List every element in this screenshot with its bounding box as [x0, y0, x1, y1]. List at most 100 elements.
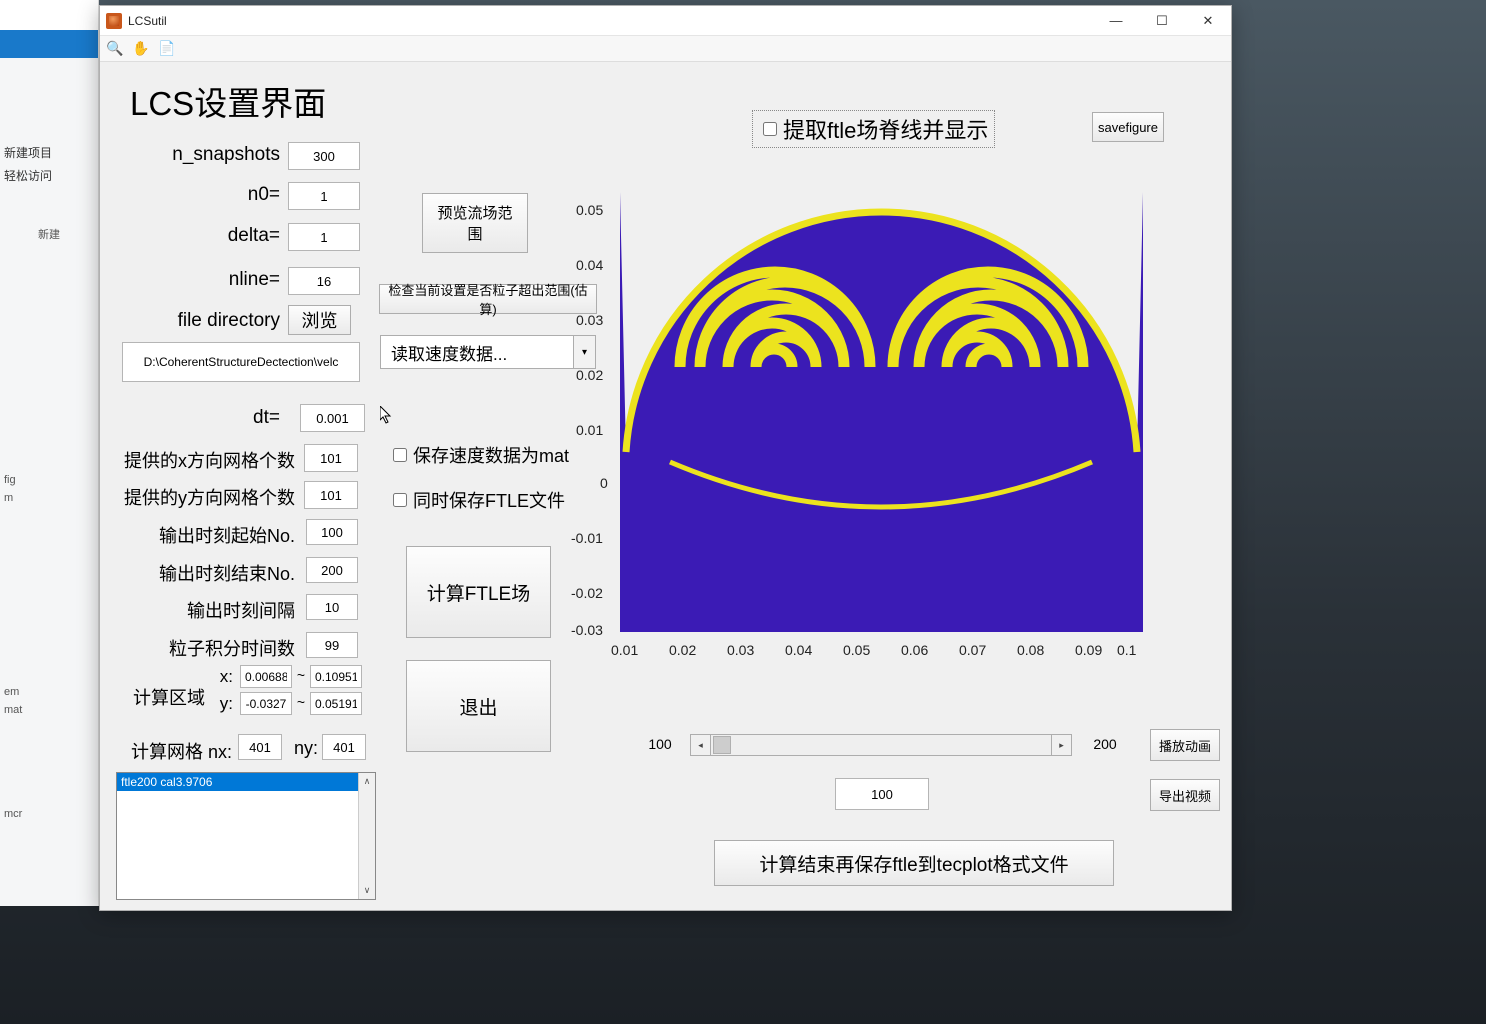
- checkbox-ridge-label: 提取ftle场脊线并显示: [783, 113, 988, 145]
- bgapp-frag-em: em: [4, 686, 94, 698]
- checkbox-save-ftle-input[interactable]: [393, 493, 407, 507]
- preview-button[interactable]: 预览流场范围: [422, 193, 528, 253]
- input-xmax[interactable]: [310, 665, 362, 688]
- chevron-down-icon[interactable]: ▾: [573, 336, 595, 368]
- scroll-up-icon[interactable]: ∧: [359, 773, 375, 790]
- checkbox-save-mat[interactable]: 保存速度数据为mat: [389, 442, 569, 468]
- figure-toolbar: 🔍 ✋ 📄: [100, 36, 1231, 62]
- label-y: y:: [208, 694, 233, 714]
- slider-track[interactable]: [711, 735, 1051, 755]
- input-ymin[interactable]: [240, 692, 292, 715]
- select-label: 读取速度数据...: [391, 340, 507, 365]
- xtick: 0.08: [1017, 642, 1044, 658]
- slider-max-label: 200: [1085, 736, 1125, 752]
- input-int-time[interactable]: [306, 632, 358, 658]
- read-speed-select[interactable]: 读取速度数据... ▾: [380, 335, 596, 369]
- label-grid-nx: 计算网格 nx:: [92, 738, 232, 764]
- input-filepath[interactable]: [122, 342, 360, 382]
- xtick: 0.05: [843, 642, 870, 658]
- label-n-snapshots: n_snapshots: [120, 144, 280, 166]
- zoom-in-icon[interactable]: 🔍: [106, 40, 124, 58]
- ftle-plot: [620, 192, 1143, 632]
- slider-thumb[interactable]: [713, 736, 731, 754]
- browse-button[interactable]: 浏览: [288, 305, 351, 335]
- calc-ftle-button[interactable]: 计算FTLE场: [406, 546, 551, 638]
- xtick: 0.06: [901, 642, 928, 658]
- xtick: 0.09: [1075, 642, 1102, 658]
- window-title: LCSutil: [128, 14, 167, 28]
- checkbox-save-ftle-label: 同时保存FTLE文件: [413, 487, 565, 513]
- play-anim-button[interactable]: 播放动画: [1150, 729, 1220, 761]
- label-dt: dt=: [120, 407, 280, 429]
- xtick: 0.02: [669, 642, 696, 658]
- exit-button[interactable]: 退出: [406, 660, 551, 752]
- listbox-scrollbar[interactable]: ∧ ∨: [358, 773, 375, 899]
- slider-min-label: 100: [640, 736, 680, 752]
- checkbox-save-mat-input[interactable]: [393, 448, 407, 462]
- input-current-frame[interactable]: [835, 778, 929, 810]
- checkbox-save-mat-label: 保存速度数据为mat: [413, 442, 569, 468]
- scroll-down-icon[interactable]: ∨: [359, 882, 375, 899]
- label-region: 计算区域: [100, 684, 205, 710]
- ytick: 0.05: [576, 202, 603, 218]
- slider-right-arrow-icon[interactable]: ▸: [1051, 735, 1071, 755]
- input-gridx[interactable]: [304, 444, 358, 472]
- label-x: x:: [208, 667, 233, 687]
- ytick: 0: [600, 475, 608, 491]
- input-dt[interactable]: [300, 404, 365, 432]
- checkbox-save-ftle[interactable]: 同时保存FTLE文件: [389, 487, 565, 513]
- matlab-icon: [106, 13, 122, 29]
- check-range-button[interactable]: 检查当前设置是否粒子超出范围(估算): [379, 284, 597, 314]
- ytick: -0.03: [571, 622, 603, 638]
- input-out-start[interactable]: [306, 519, 358, 545]
- ftle-axes[interactable]: [620, 192, 1143, 632]
- pan-icon[interactable]: ✋: [132, 40, 150, 58]
- input-nline[interactable]: [288, 267, 360, 295]
- page-title: LCS设置界面: [130, 77, 430, 125]
- input-delta[interactable]: [288, 223, 360, 251]
- xtick: 0.01: [611, 642, 638, 658]
- background-app: 新建项目 轻松访问 新建 fig m em mat mcr: [0, 0, 99, 906]
- input-n-snapshots[interactable]: [288, 142, 360, 170]
- frame-slider[interactable]: ◂ ▸: [690, 734, 1072, 756]
- ytick: 0.02: [576, 367, 603, 383]
- list-item[interactable]: ftle200 cal3.9706: [117, 773, 375, 791]
- input-xmin[interactable]: [240, 665, 292, 688]
- bgapp-newproj[interactable]: 新建项目: [4, 144, 94, 161]
- input-out-step[interactable]: [306, 594, 358, 620]
- checkbox-ridge-input[interactable]: [763, 122, 777, 136]
- input-gridy[interactable]: [304, 481, 358, 509]
- xtick: 0.1: [1117, 642, 1136, 658]
- input-grid-ny[interactable]: [322, 734, 366, 760]
- window-titlebar[interactable]: LCSutil — ☐ ✕: [100, 6, 1231, 36]
- window-maximize-button[interactable]: ☐: [1139, 6, 1185, 36]
- tilde-y: ~: [294, 694, 308, 710]
- label-int-time: 粒子积分时间数: [100, 635, 295, 661]
- label-delta: delta=: [120, 225, 280, 247]
- bgapp-frag-mat: mat: [4, 704, 94, 716]
- label-gridy: 提供的y方向网格个数: [100, 484, 295, 510]
- label-nline: nline=: [120, 269, 280, 291]
- save-tecplot-button[interactable]: 计算结束再保存ftle到tecplot格式文件: [714, 840, 1114, 886]
- label-ny: ny:: [284, 738, 318, 759]
- checkbox-ridge[interactable]: 提取ftle场脊线并显示: [752, 110, 995, 148]
- window-minimize-button[interactable]: —: [1093, 6, 1139, 36]
- window-close-button[interactable]: ✕: [1185, 6, 1231, 36]
- input-ymax[interactable]: [310, 692, 362, 715]
- input-grid-nx[interactable]: [238, 734, 282, 760]
- input-n0[interactable]: [288, 182, 360, 210]
- data-cursor-icon[interactable]: 📄: [158, 40, 176, 58]
- label-n0: n0=: [120, 184, 280, 206]
- input-out-end[interactable]: [306, 557, 358, 583]
- label-out-start: 输出时刻起始No.: [100, 522, 295, 548]
- log-listbox[interactable]: ftle200 cal3.9706 ∧ ∨: [116, 772, 376, 900]
- bgapp-label-new: 新建: [4, 226, 94, 242]
- export-video-button[interactable]: 导出视频: [1150, 779, 1220, 811]
- bgapp-frag-mcr: mcr: [4, 808, 94, 820]
- bgapp-easyaccess[interactable]: 轻松访问: [4, 167, 94, 184]
- xtick: 0.07: [959, 642, 986, 658]
- savefigure-button[interactable]: savefigure: [1092, 112, 1164, 142]
- xtick: 0.03: [727, 642, 754, 658]
- slider-left-arrow-icon[interactable]: ◂: [691, 735, 711, 755]
- label-filedir: file directory: [120, 310, 280, 332]
